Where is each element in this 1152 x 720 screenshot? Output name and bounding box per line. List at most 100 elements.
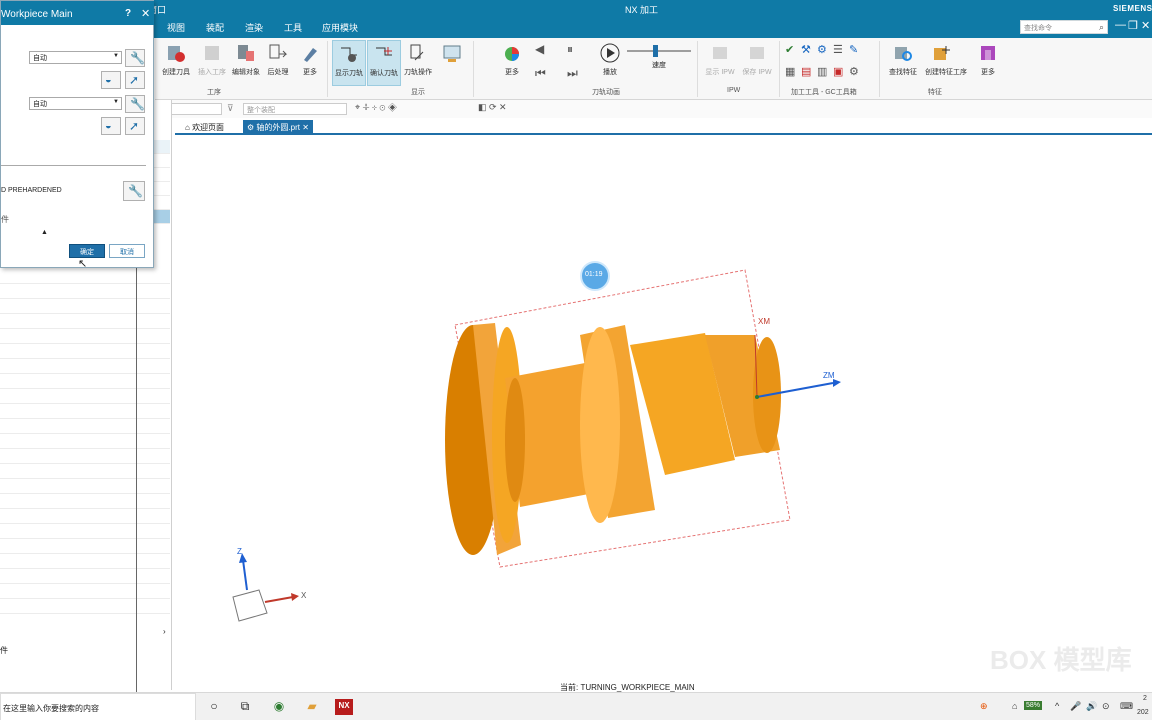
edit-object-button[interactable]: 编辑对象 (229, 40, 263, 86)
tab-part-file[interactable]: ⚙ 轴的外圆.prt ✕ (243, 120, 313, 135)
view-orient-icon[interactable]: ◧ ⟳ ✕ (478, 102, 507, 113)
list-item[interactable] (0, 330, 170, 344)
feature-more-button[interactable]: 更多 (971, 40, 1005, 86)
snap-point-icon[interactable]: ⌖ ✛ ⊹ ⊙ ◈ (355, 102, 397, 113)
animation-more-button[interactable]: 更多 (495, 40, 529, 86)
show-toolpath-button[interactable]: 显示刀轨 (332, 40, 366, 86)
verify-toolpath-button[interactable]: 确认刀轨 (367, 40, 401, 86)
nx-app-icon[interactable]: NX (335, 699, 353, 715)
microphone-icon[interactable]: 🎤 (1070, 701, 1081, 712)
list-item[interactable] (0, 495, 170, 509)
drill-icon[interactable]: ⚙ (817, 43, 827, 56)
list-item[interactable] (0, 390, 170, 404)
check-icon[interactable]: ✔ (785, 43, 794, 56)
command-search-input[interactable]: 查找命令 ⌕ (1020, 20, 1108, 34)
more-operations-button[interactable]: 更多 (293, 40, 327, 86)
blank-display-button[interactable]: ◒ (101, 117, 121, 135)
scroll-right-icon[interactable]: › (163, 627, 166, 636)
ok-button[interactable]: 确定 (69, 244, 105, 258)
speed-slider[interactable] (627, 45, 691, 57)
tool-icon[interactable]: ⚒ (801, 43, 811, 56)
list-icon[interactable]: ☰ (833, 43, 843, 56)
menu-tab-tools[interactable]: 工具 (284, 21, 302, 34)
close-tab-icon[interactable]: ✕ (302, 123, 309, 132)
tray-expand-icon[interactable]: ^ (1055, 701, 1059, 711)
list-item[interactable] (0, 510, 170, 524)
battery-indicator[interactable]: 58% (1024, 701, 1043, 710)
column-divider[interactable] (136, 240, 137, 720)
list-item[interactable] (0, 345, 170, 359)
menu-tab-render[interactable]: 渲染 (245, 21, 263, 34)
list-item[interactable] (0, 420, 170, 434)
graphics-viewport[interactable]: 01:19 XM ZM Z X (175, 135, 1152, 680)
list-item[interactable] (0, 585, 170, 599)
task-view-icon[interactable]: ⧉ (236, 699, 254, 715)
list-item[interactable] (0, 570, 170, 584)
list-item[interactable] (0, 315, 170, 329)
help-button[interactable]: ? (125, 8, 131, 19)
list-item[interactable] (0, 375, 170, 389)
minimize-button[interactable]: — (1115, 19, 1126, 31)
list-item[interactable] (0, 480, 170, 494)
list-item[interactable] (0, 525, 170, 539)
table-icon[interactable]: ▥ (817, 65, 827, 78)
clock-date[interactable]: 202 (1137, 709, 1149, 716)
find-feature-button[interactable]: 查找特征 (886, 40, 920, 86)
pause-icon[interactable]: ⏸ (567, 42, 573, 57)
taskbar-search-input[interactable]: 在这里输入你要搜索的内容 (0, 693, 196, 720)
browser-icon[interactable]: ◉ (270, 699, 288, 715)
list-item[interactable] (0, 285, 170, 299)
blank-spec-button[interactable]: 🔧 (125, 95, 145, 113)
type-filter-combo[interactable] (170, 103, 222, 115)
toolpath-ops-button[interactable]: 刀轨操作 (401, 40, 435, 86)
grid-icon[interactable]: ▦ (785, 65, 795, 78)
menu-tab-assembly[interactable]: 装配 (206, 21, 224, 34)
material-edit-button[interactable]: 🔧 (123, 181, 145, 201)
restore-button[interactable]: ❐ (1128, 19, 1138, 32)
list-item[interactable] (0, 465, 170, 479)
part-display-button[interactable]: ◒ (101, 71, 121, 89)
list-item[interactable] (0, 450, 170, 464)
part-spec-button[interactable]: 🔧 (125, 49, 145, 67)
play-button[interactable]: 播放 (593, 40, 627, 86)
triad-cube[interactable] (232, 589, 268, 622)
keyboard-icon[interactable]: ⌨ (1120, 701, 1133, 712)
report-icon[interactable]: ▤ (801, 65, 811, 78)
list-item[interactable] (0, 360, 170, 374)
settings-icon[interactable]: ⚙ (849, 65, 859, 78)
list-item[interactable] (0, 435, 170, 449)
sound-icon[interactable]: 🔊 (1086, 701, 1097, 712)
selection-scope-combo[interactable]: 整个装配 (243, 103, 347, 115)
cortana-icon[interactable]: ○ (205, 699, 223, 715)
close-window-button[interactable]: ✕ (1141, 19, 1150, 32)
export-icon[interactable]: ▣ (833, 65, 843, 78)
insert-operation-button[interactable]: 插入工序 (195, 40, 229, 86)
ime-icon[interactable]: ⊕ (980, 701, 988, 712)
list-item[interactable] (0, 540, 170, 554)
fast-forward-icon[interactable]: ⏭ (567, 66, 578, 81)
save-ipw-button[interactable]: 保存 IPW (740, 40, 774, 86)
blank-select-dropdown[interactable]: 自动 ▼ (29, 97, 122, 110)
step-back-icon[interactable]: ◀ (535, 42, 544, 56)
cancel-button[interactable]: 取消 (109, 244, 145, 258)
postprocess-button[interactable]: 后处理 (261, 40, 295, 86)
show-ipw-button[interactable]: 显示 IPW (703, 40, 737, 86)
menu-tab-view[interactable]: 视图 (167, 21, 185, 34)
list-item[interactable] (0, 600, 170, 614)
usb-icon[interactable]: ⌂ (1012, 701, 1017, 711)
collapse-section-icon[interactable]: ▲ (41, 229, 48, 236)
rewind-icon[interactable]: ⏮ (535, 66, 546, 81)
dialog-header[interactable]: Workpiece Main ? ✕ (1, 1, 154, 25)
create-feature-op-button[interactable]: 创建特征工序 (925, 40, 967, 86)
part-select-dropdown[interactable]: 自动 ▼ (29, 51, 122, 64)
part-select-button[interactable]: ➚ (125, 71, 145, 89)
list-item[interactable] (0, 270, 170, 284)
blank-select-button[interactable]: ➚ (125, 117, 145, 135)
list-item[interactable] (0, 555, 170, 569)
menu-tab-applications[interactable]: 应用模块 (322, 21, 358, 34)
display-settings-button[interactable] (435, 40, 469, 86)
pen-icon[interactable]: ✎ (849, 43, 858, 56)
create-tool-button[interactable]: 创建刀具 (159, 40, 193, 86)
list-item[interactable] (0, 300, 170, 314)
list-item[interactable] (0, 405, 170, 419)
